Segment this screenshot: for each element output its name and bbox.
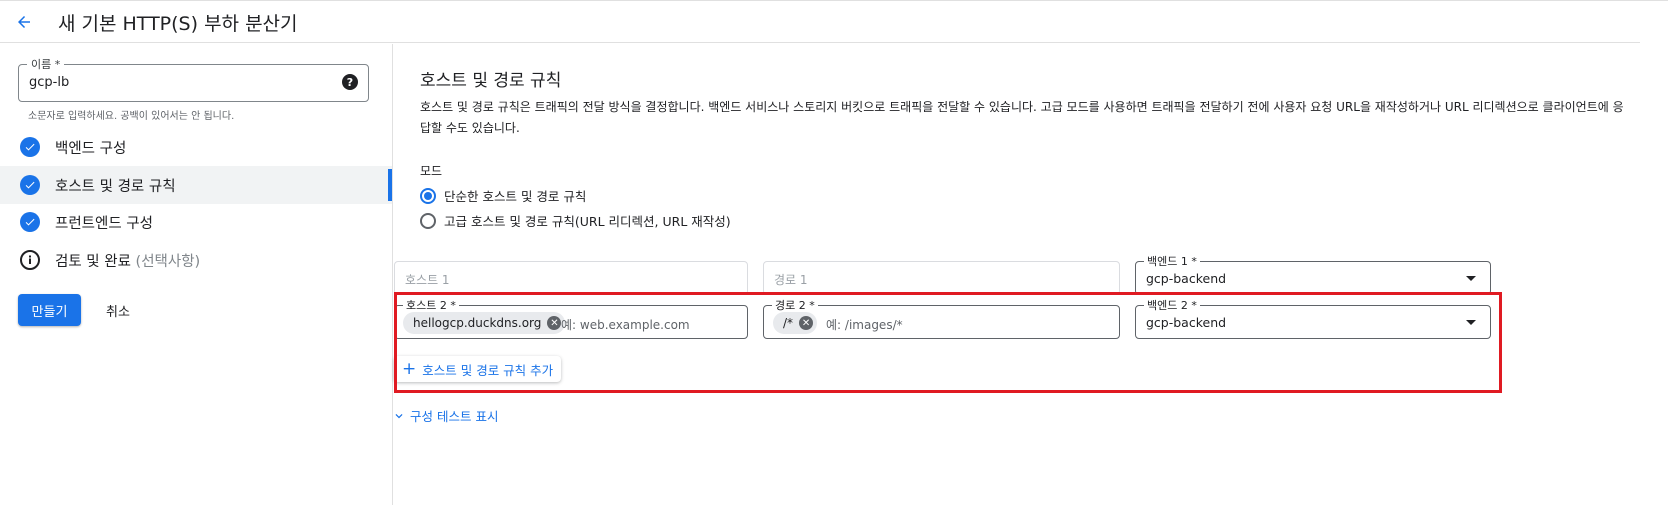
radio-label: 고급 호스트 및 경로 규칙(URL 리디렉션, URL 재작성) xyxy=(444,214,731,229)
check-circle-icon xyxy=(20,137,40,157)
sidebar: 이름 * ? 소문자로 입력하세요. 공백이 있어서는 안 됩니다. 백엔드 구… xyxy=(0,44,393,505)
back-arrow-icon[interactable] xyxy=(10,8,38,36)
radio-unselected-icon[interactable] xyxy=(420,212,436,229)
check-circle-icon xyxy=(20,175,40,195)
info-icon xyxy=(20,250,40,270)
name-input[interactable] xyxy=(29,75,329,90)
section-description: 호스트 및 경로 규칙은 트래픽의 전달 방식을 결정합니다. 백엔드 서비스나… xyxy=(420,100,1624,135)
page-header: 새 기본 HTTP(S) 부하 분산기 xyxy=(0,1,1640,43)
path-1-placeholder: 경로 1 xyxy=(774,273,808,287)
backend-1-value: gcp-backend xyxy=(1146,271,1227,286)
chevron-down-icon xyxy=(395,413,403,418)
create-button[interactable]: 만들기 xyxy=(18,294,81,326)
red-highlight-box xyxy=(394,292,1502,393)
host-1-placeholder: 호스트 1 xyxy=(405,273,450,287)
show-config-label: 구성 테스트 표시 xyxy=(410,409,499,424)
page-title: 새 기본 HTTP(S) 부하 분산기 xyxy=(58,13,298,35)
backend-1-select[interactable]: 백엔드 1 * gcp-backend xyxy=(1135,253,1491,295)
path-1-field[interactable]: 경로 1 xyxy=(763,261,1120,295)
cancel-button[interactable]: 취소 xyxy=(98,294,138,326)
name-field[interactable]: 이름 * ? xyxy=(18,56,369,102)
radio-simple-mode[interactable]: 단순한 호스트 및 경로 규칙 xyxy=(420,186,586,205)
help-icon[interactable]: ? xyxy=(342,74,358,90)
step-host-path-rules[interactable]: 호스트 및 경로 규칙 xyxy=(0,166,392,204)
radio-advanced-mode[interactable]: 고급 호스트 및 경로 규칙(URL 리디렉션, URL 재작성) xyxy=(420,211,731,230)
step-label: 프런트엔드 구성 xyxy=(55,215,153,232)
name-hint: 소문자로 입력하세요. 공백이 있어서는 안 됩니다. xyxy=(28,111,235,122)
radio-label: 단순한 호스트 및 경로 규칙 xyxy=(444,189,587,204)
check-circle-icon xyxy=(20,212,40,232)
mode-label: 모드 xyxy=(420,164,443,178)
radio-selected-icon[interactable] xyxy=(420,187,436,204)
show-config-test-link[interactable]: 구성 테스트 표시 xyxy=(392,406,498,425)
step-label: 검토 및 완료 (선택사항) xyxy=(55,253,201,270)
step-optional-text: (선택사항) xyxy=(135,253,201,270)
step-frontend-config[interactable]: 프런트엔드 구성 xyxy=(0,203,392,241)
name-field-label: 이름 * xyxy=(27,56,65,72)
main-panel: 호스트 및 경로 규칙 호스트 및 경로 규칙은 트래픽의 전달 방식을 결정합… xyxy=(394,44,1640,505)
section-title: 호스트 및 경로 규칙 xyxy=(420,71,562,91)
dropdown-arrow-icon xyxy=(1466,276,1476,281)
step-label: 백엔드 구성 xyxy=(55,140,127,157)
step-review-finalize[interactable]: 검토 및 완료 (선택사항) xyxy=(0,241,392,279)
step-label: 호스트 및 경로 규칙 xyxy=(55,178,176,195)
backend-1-label: 백엔드 1 * xyxy=(1144,253,1200,269)
step-backend-config[interactable]: 백엔드 구성 xyxy=(0,128,392,166)
host-1-field[interactable]: 호스트 1 xyxy=(394,261,748,295)
